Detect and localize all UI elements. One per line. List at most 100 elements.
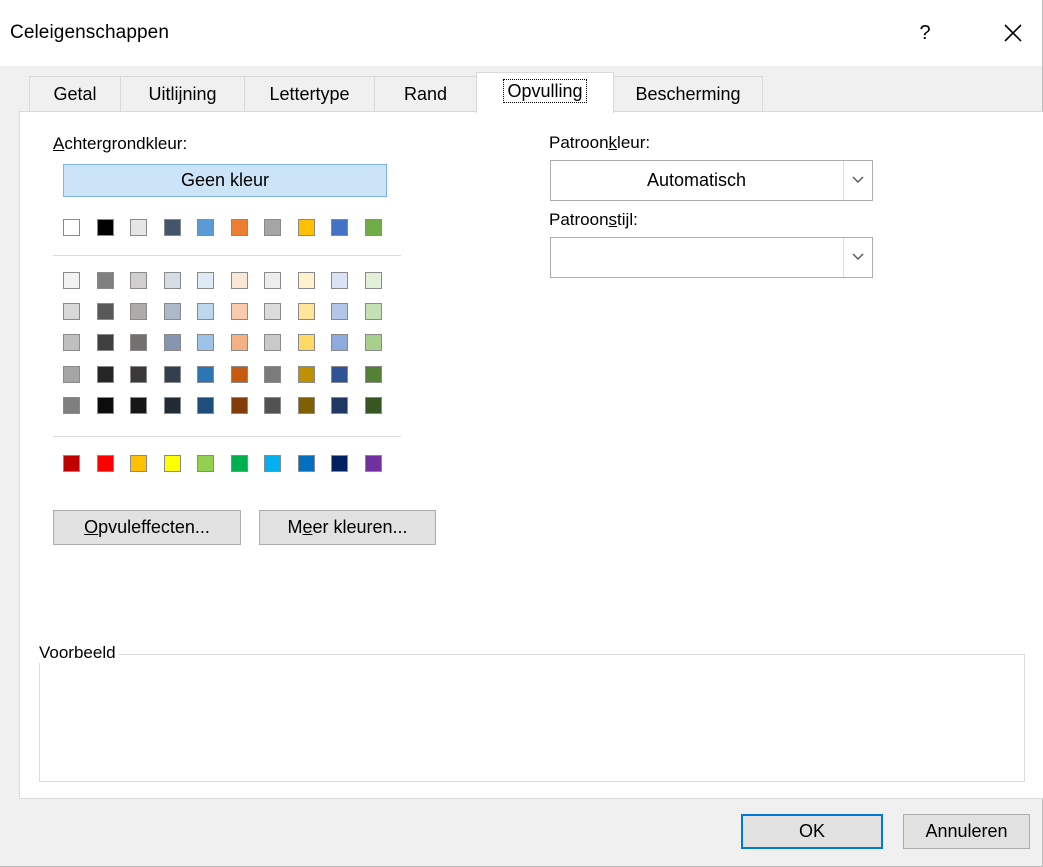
color-swatch[interactable] (163, 397, 181, 414)
color-swatch[interactable] (197, 272, 214, 289)
tab-opvulling-label: Opvulling (503, 79, 587, 103)
dropdown-arrow-button[interactable] (843, 161, 872, 200)
color-swatch[interactable] (364, 272, 382, 289)
dropdown-arrow-button[interactable] (843, 238, 872, 277)
color-swatch[interactable] (130, 303, 147, 320)
color-swatch[interactable] (331, 334, 348, 351)
color-swatch[interactable] (130, 334, 147, 351)
palette-divider (53, 255, 401, 256)
color-swatch[interactable] (96, 334, 114, 351)
color-swatch[interactable] (197, 397, 214, 414)
color-swatch[interactable] (96, 219, 114, 236)
pattern-color-label: Patroonkleur: (549, 133, 651, 152)
standard-color-swatch[interactable] (331, 455, 348, 472)
color-swatch[interactable] (130, 272, 147, 289)
color-swatch[interactable] (264, 366, 281, 383)
color-swatch[interactable] (163, 272, 181, 289)
close-button[interactable] (995, 16, 1031, 50)
color-swatch[interactable] (63, 272, 80, 289)
color-swatch[interactable] (264, 334, 281, 351)
color-swatch[interactable] (264, 219, 281, 236)
standard-color-swatch[interactable] (197, 455, 214, 472)
chevron-down-icon (852, 176, 864, 183)
tab-getal[interactable]: Getal (29, 76, 121, 112)
color-swatch[interactable] (96, 366, 114, 383)
standard-color-swatch[interactable] (264, 455, 281, 472)
cancel-button[interactable]: Annuleren (903, 814, 1030, 849)
color-swatch[interactable] (130, 219, 147, 236)
color-swatch[interactable] (364, 303, 382, 320)
color-swatch[interactable] (297, 366, 315, 383)
standard-color-swatch[interactable] (163, 455, 181, 472)
no-color-button[interactable]: Geen kleur (63, 164, 387, 197)
pattern-color-value: Automatisch (646, 170, 747, 190)
color-swatch[interactable] (297, 303, 315, 320)
tab-uitlijning[interactable]: Uitlijning (120, 76, 245, 112)
close-icon (1004, 24, 1022, 42)
color-swatch[interactable] (197, 334, 214, 351)
tab-lettertype[interactable]: Lettertype (244, 76, 375, 112)
pattern-style-dropdown[interactable] (550, 237, 873, 278)
color-swatch[interactable] (63, 219, 80, 236)
pattern-color-dropdown[interactable]: Automatisch (550, 160, 873, 201)
fill-tab-panel: Achtergrondkleur: Geen kleur Opvuleffect… (19, 111, 1043, 799)
chevron-down-icon (852, 253, 864, 260)
color-swatch[interactable] (163, 219, 181, 236)
preview-group: Voorbeeld (39, 643, 1025, 782)
color-swatch[interactable] (297, 272, 315, 289)
standard-color-swatch[interactable] (63, 455, 80, 472)
palette-divider (53, 436, 401, 437)
color-swatch[interactable] (230, 219, 248, 236)
color-swatch[interactable] (264, 397, 281, 414)
color-swatch[interactable] (364, 397, 382, 414)
color-swatch[interactable] (331, 303, 348, 320)
color-swatch[interactable] (63, 303, 80, 320)
standard-color-swatch[interactable] (230, 455, 248, 472)
color-swatch[interactable] (96, 397, 114, 414)
color-swatch[interactable] (63, 366, 80, 383)
color-swatch[interactable] (230, 272, 248, 289)
color-swatch[interactable] (96, 272, 114, 289)
tab-rand[interactable]: Rand (374, 76, 477, 112)
color-swatch[interactable] (163, 303, 181, 320)
color-swatch[interactable] (297, 334, 315, 351)
ok-button[interactable]: OK (741, 814, 883, 849)
color-swatch[interactable] (364, 366, 382, 383)
color-swatch[interactable] (331, 397, 348, 414)
color-swatch[interactable] (230, 303, 248, 320)
standard-color-swatch[interactable] (96, 455, 114, 472)
color-swatch[interactable] (63, 397, 80, 414)
color-swatch[interactable] (331, 272, 348, 289)
color-swatch[interactable] (230, 397, 248, 414)
tab-opvulling[interactable]: Opvulling (476, 72, 614, 113)
color-swatch[interactable] (264, 272, 281, 289)
color-swatch[interactable] (197, 366, 214, 383)
tab-bescherming[interactable]: Bescherming (613, 76, 763, 112)
color-swatch[interactable] (297, 219, 315, 236)
standard-color-swatch[interactable] (130, 455, 147, 472)
color-swatch[interactable] (230, 334, 248, 351)
preview-legend: Voorbeeld (39, 643, 119, 663)
color-swatch[interactable] (163, 366, 181, 383)
color-swatch[interactable] (63, 334, 80, 351)
color-swatch[interactable] (96, 303, 114, 320)
background-color-label: Achtergrondkleur: (53, 134, 188, 153)
fill-effects-button[interactable]: Opvuleffecten... (53, 510, 241, 545)
standard-color-swatch[interactable] (364, 455, 382, 472)
color-swatch[interactable] (163, 334, 181, 351)
pattern-style-label: Patroonstijl: (549, 210, 638, 229)
color-swatch[interactable] (197, 303, 214, 320)
color-swatch[interactable] (297, 397, 315, 414)
color-swatch[interactable] (130, 366, 147, 383)
color-swatch[interactable] (364, 219, 382, 236)
help-button[interactable]: ? (905, 16, 945, 50)
color-swatch[interactable] (331, 219, 348, 236)
color-swatch[interactable] (331, 366, 348, 383)
standard-color-swatch[interactable] (297, 455, 315, 472)
color-swatch[interactable] (230, 366, 248, 383)
color-swatch[interactable] (130, 397, 147, 414)
color-swatch[interactable] (197, 219, 214, 236)
color-swatch[interactable] (364, 334, 382, 351)
color-swatch[interactable] (264, 303, 281, 320)
more-colors-button[interactable]: Meer kleuren... (259, 510, 436, 545)
